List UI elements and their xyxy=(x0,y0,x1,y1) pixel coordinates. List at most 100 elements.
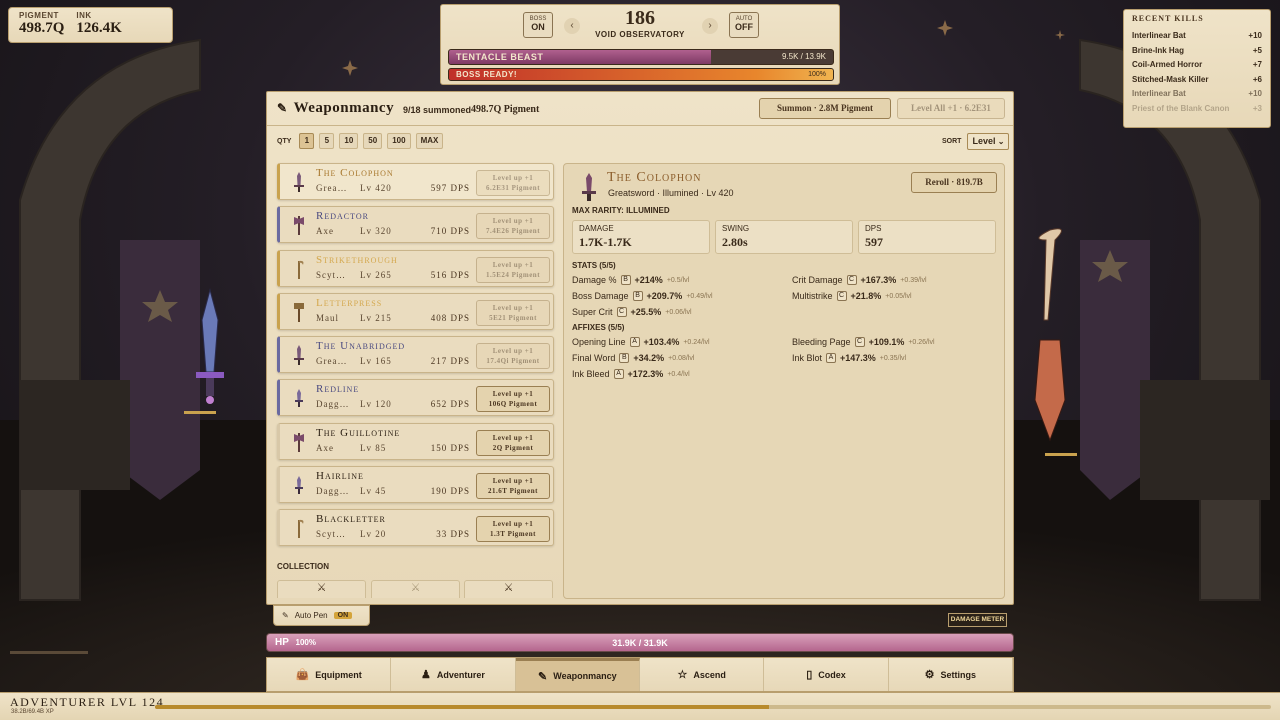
qty-option-5[interactable]: 5 xyxy=(319,133,335,149)
level-up-button[interactable]: Level up +1 6.2E31 Pigment xyxy=(476,170,550,196)
zone-name: VOID OBSERVATORY xyxy=(595,30,685,39)
stat-tier: C xyxy=(616,307,627,317)
weapon-row[interactable]: The Unabridged Grea… Lv 165 217 DPS Level up… xyxy=(277,336,554,374)
qty-option-1[interactable]: 1 xyxy=(299,133,315,149)
stat-tier: A xyxy=(613,369,624,379)
tab-weaponmancy[interactable]: ✎ Weaponmancy xyxy=(515,658,640,691)
auto-toggle[interactable]: AUTO OFF xyxy=(729,12,759,38)
summon-button[interactable]: Summon · 2.8M Pigment xyxy=(759,98,891,119)
tab-codex[interactable]: ▯ Codex xyxy=(764,658,889,691)
qty-option-100[interactable]: 100 xyxy=(387,133,411,149)
stat-line: Boss Damage B +209.7% +0.49/lvl xyxy=(572,291,713,301)
level-up-button[interactable]: Level up +1 106Q Pigment xyxy=(476,386,550,413)
recent-kills-panel: RECENT KILLS Interlinear Bat +10 Brine-Ink… xyxy=(1123,9,1271,128)
weapon-dps: 33 DPS xyxy=(436,529,470,540)
weapon-row[interactable]: Redline Dagg… Lv 120 652 DPS Level up +1 106Q… xyxy=(277,379,554,417)
ink-value: 126.4K xyxy=(76,20,122,36)
level-up-label: Level up +1 xyxy=(492,303,534,312)
stat-per-level: +0.08/lvl xyxy=(668,354,695,362)
weapon-dps: 710 DPS xyxy=(430,226,470,237)
qty-option-10[interactable]: 10 xyxy=(339,133,359,149)
collection-slot[interactable]: ⚔ xyxy=(277,580,366,598)
level-up-label: Level up +1 xyxy=(492,520,534,529)
level-up-button[interactable]: Level up +1 21.6T Pigment xyxy=(476,473,550,500)
stat-value: +167.3% xyxy=(860,275,897,285)
weapon-dps: 652 DPS xyxy=(430,399,470,410)
auto-pen-toggle[interactable]: ✎ Auto Pen ON xyxy=(273,605,370,626)
scythe-icon xyxy=(298,520,304,539)
weapon-row[interactable]: The Guillotine Axe Lv 85 150 DPS Level up +1… xyxy=(277,422,554,460)
tab-settings[interactable]: ⚙ Settings xyxy=(889,658,1013,691)
stat-line: Ink Blot A +147.3% +0.35/lvl xyxy=(792,353,906,363)
stat-name: Multistrike xyxy=(792,291,833,301)
stat-line: Multistrike C +21.8% +0.05/lvl xyxy=(792,291,912,301)
kill-row: Stitched-Mask Killer +6 xyxy=(1132,75,1262,90)
level-up-cost: 7.4E26 Pigment xyxy=(485,227,541,236)
quill-icon: ✎ xyxy=(282,611,289,620)
panel-title-text: Weaponmancy xyxy=(293,100,395,116)
pigment-resource: PIGMENT 498.7Q xyxy=(19,11,64,39)
level-up-label: Level up +1 xyxy=(492,477,534,486)
boss-ready-bar: BOSS READY! 100% xyxy=(448,68,834,81)
level-all-button[interactable]: Level All +1 · 6.2E31 xyxy=(897,98,1005,119)
swing-value: 2.80s xyxy=(722,235,748,249)
weapon-row[interactable]: Blackletter Scyt… Lv 20 33 DPS Level up +1 1.… xyxy=(277,509,554,547)
collection-slot[interactable]: ⚔ xyxy=(371,580,460,598)
level-up-button[interactable]: Level up +1 1.5E24 Pigment xyxy=(476,256,550,283)
max-rarity: MAX RARITY: ILLUMINED xyxy=(572,206,670,215)
weapon-type: Dagg… xyxy=(316,486,350,497)
tab-adventurer[interactable]: ♟ Adventurer xyxy=(391,658,516,691)
weapon-type: Scyt… xyxy=(316,529,347,540)
level-up-button[interactable]: Level up +1 17.4Qi Pigment xyxy=(476,343,550,370)
weapon-row[interactable]: Redactor Axe Lv 320 710 DPS Level up +1 7.4E2… xyxy=(277,206,554,244)
stat-value: +172.3% xyxy=(627,369,664,379)
weapon-type: Grea… xyxy=(316,183,348,193)
kill-row: Coil-Armed Horror +7 xyxy=(1132,60,1262,75)
panel-pigment: 498.7Q Pigment xyxy=(471,104,540,115)
sword-icon: ⚔ xyxy=(410,582,421,594)
level-up-button[interactable]: Level up +1 7.4E26 Pigment xyxy=(476,213,550,240)
level-up-button[interactable]: Level up +1 2Q Pigment xyxy=(476,429,550,456)
tab-label: Equipment xyxy=(315,669,362,680)
tab-label: Codex xyxy=(818,669,846,680)
level-up-button[interactable]: Level up +1 5E21 Pigment xyxy=(476,299,550,326)
hooded-figure-icon: ♟ xyxy=(421,669,431,681)
tab-label: Settings xyxy=(940,669,976,680)
stat-value: +109.1% xyxy=(868,337,905,347)
sort-select[interactable]: Level ⌄ xyxy=(967,133,1010,150)
kill-row: Interlinear Bat +10 xyxy=(1132,89,1262,104)
damage-label: DAMAGE xyxy=(579,224,614,233)
level-up-button[interactable]: Level up +1 1.3T Pigment xyxy=(476,516,550,543)
stat-value: +147.3% xyxy=(840,353,876,363)
bottom-nav: 👜 Equipment ♟ Adventurer ✎ Weaponmancy ☆ Ascend… xyxy=(266,657,1014,692)
weapon-dps: 217 DPS xyxy=(430,356,470,367)
tab-equipment[interactable]: 👜 Equipment xyxy=(267,658,392,691)
stat-name: Opening Line xyxy=(572,337,626,347)
weapon-row[interactable]: Hairline Dagg… Lv 45 190 DPS Level up +1 21.6… xyxy=(277,466,554,504)
level-up-label: Level up +1 xyxy=(492,217,534,226)
collection-slot[interactable]: ⚔ xyxy=(464,580,553,598)
stat-name: Crit Damage xyxy=(792,275,843,285)
weaponmancy-panel: ✎ Weaponmancy 9/18 summoned 498.7Q Pigmen… xyxy=(266,91,1014,605)
weapon-row[interactable]: Letterpress Maul Lv 215 408 DPS Level up +1 5… xyxy=(277,292,554,330)
enemy-hp-value: 9.5K / 13.9K xyxy=(781,52,826,61)
qty-option-max[interactable]: MAX xyxy=(415,133,444,149)
stat-value: +25.5% xyxy=(630,307,662,317)
enemy-hp-bar: TENTACLE BEAST 9.5K / 13.9K xyxy=(448,49,834,65)
stat-name: Super Crit xyxy=(572,307,613,317)
weapon-row[interactable]: Strikethrough Scyt… Lv 265 516 DPS Level up … xyxy=(277,249,554,287)
stat-per-level: +0.39/lvl xyxy=(900,276,927,284)
weapon-row[interactable]: The Colophon Grea… Lv 420 597 DPS Level up +… xyxy=(277,163,554,200)
tab-label: Weaponmancy xyxy=(553,671,617,681)
stat-line: Bleeding Page C +109.1% +0.26/lvl xyxy=(792,337,935,347)
reroll-button[interactable]: Reroll · 819.7B xyxy=(911,172,997,193)
tab-ascend[interactable]: ☆ Ascend xyxy=(640,658,765,691)
next-zone-button[interactable]: › xyxy=(702,18,718,34)
tab-label: Adventurer xyxy=(436,669,485,680)
sword-icon: ⚔ xyxy=(316,582,327,594)
summoned-count: 9/18 summoned xyxy=(403,105,472,115)
qty-option-50[interactable]: 50 xyxy=(363,133,383,149)
damage-meter-button[interactable]: DAMAGE METER xyxy=(948,613,1007,627)
level-up-cost: 1.5E24 Pigment xyxy=(485,270,541,279)
sort-value: Level xyxy=(972,136,996,146)
